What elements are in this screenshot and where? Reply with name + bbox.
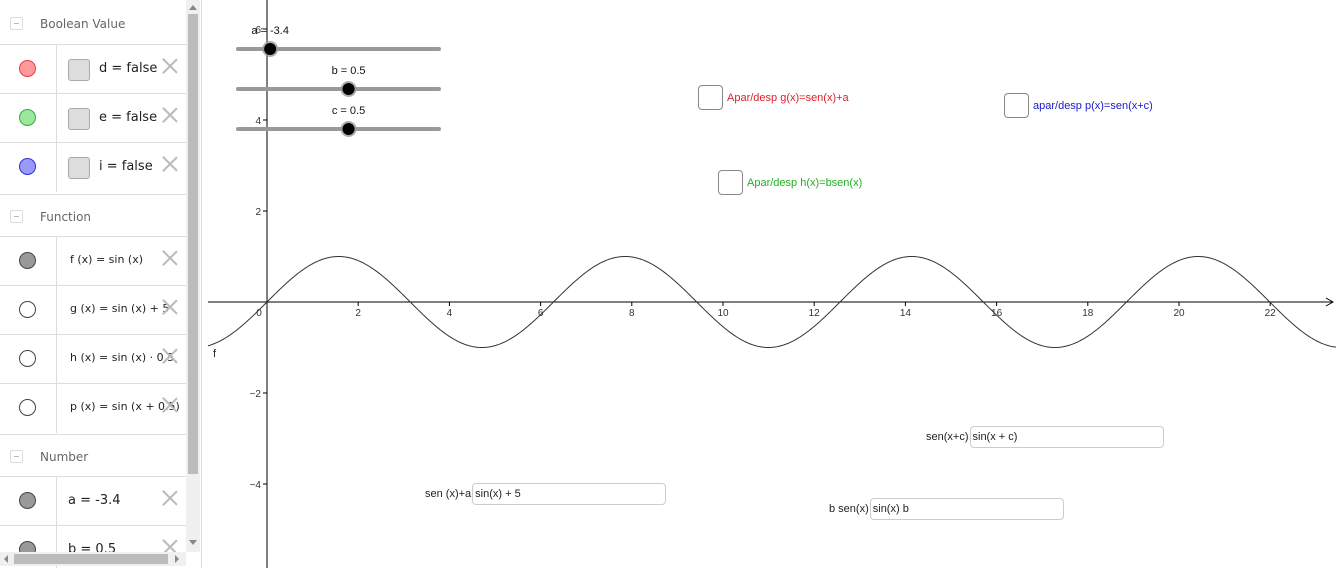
x-tick-label: 18: [1082, 308, 1094, 319]
visibility-marble-icon[interactable]: [19, 399, 36, 416]
x-tick-label: 8: [629, 308, 635, 319]
collapse-icon[interactable]: [10, 210, 23, 223]
x-tick-label: 10: [717, 308, 729, 319]
x-tick-label: 20: [1173, 308, 1185, 319]
visibility-marble-icon[interactable]: [19, 350, 36, 367]
boolean-checkbox[interactable]: [68, 59, 90, 81]
visibility-marble-icon[interactable]: [19, 492, 36, 509]
checkbox-label: Apar/desp g(x)=sen(x)+a: [727, 91, 849, 104]
scroll-up-arrow-icon[interactable]: [189, 5, 197, 10]
input-label: sen(x+c): [926, 431, 969, 443]
algebra-row-h[interactable]: h (x) = sin (x) · 0.5: [0, 334, 186, 384]
x-tick-label: 22: [1265, 308, 1277, 319]
group-title: Boolean Value: [40, 17, 126, 31]
delete-icon[interactable]: [162, 156, 178, 172]
checkbox[interactable]: [718, 170, 743, 195]
y-tick-label: 2: [255, 207, 261, 218]
slider-label: c = 0.5: [332, 105, 365, 117]
formula-input[interactable]: [869, 498, 1064, 520]
checkbox-toggle-p[interactable]: apar/desp p(x)=sen(x+c): [1004, 93, 1153, 118]
algebra-row-p[interactable]: p (x) = sin (x + 0.5): [0, 383, 186, 433]
visibility-marble-icon[interactable]: [19, 301, 36, 318]
slider-handle[interactable]: [342, 83, 355, 95]
slider-label: a = -3.4: [251, 25, 289, 37]
y-tick-label: 4: [255, 116, 261, 127]
scroll-down-arrow-icon[interactable]: [189, 540, 197, 545]
visibility-marble-icon[interactable]: [19, 109, 36, 126]
algebra-item-text: a = -3.4: [68, 493, 121, 508]
function-label-f: f: [213, 348, 217, 360]
group-title: Function: [40, 210, 92, 224]
input-label: b sen(x): [829, 503, 869, 515]
algebra-item-text: d = false: [99, 61, 158, 76]
input-box-p[interactable]: sen(x+c): [926, 426, 1164, 448]
input-box-g[interactable]: sen (x)+a: [425, 483, 667, 505]
algebra-row-d[interactable]: d = false: [0, 44, 186, 94]
algebra-row-i[interactable]: i = false: [0, 142, 186, 192]
collapse-icon[interactable]: [10, 17, 23, 30]
algebra-row-g[interactable]: g (x) = sin (x) + 5: [0, 285, 186, 335]
delete-icon[interactable]: [162, 348, 178, 364]
checkbox-label: Apar/desp h(x)=bsen(x): [747, 176, 863, 189]
formula-input[interactable]: [969, 426, 1164, 448]
algebra-row-e[interactable]: e = false: [0, 93, 186, 143]
scrollbar-thumb[interactable]: [14, 554, 168, 564]
x-tick-label: 16: [991, 308, 1003, 319]
group-title: Number: [40, 450, 89, 464]
x-tick-label: 12: [809, 308, 821, 319]
visibility-marble-icon[interactable]: [19, 158, 36, 175]
scroll-left-arrow-icon[interactable]: [4, 555, 8, 563]
input-box-h[interactable]: b sen(x): [829, 498, 1064, 520]
group-header-number[interactable]: Number: [0, 434, 186, 479]
algebra-row-f[interactable]: f (x) = sin (x): [0, 236, 186, 286]
algebra-item-text: e = false: [99, 110, 158, 125]
checkbox-toggle-h[interactable]: Apar/desp h(x)=bsen(x): [718, 170, 862, 195]
collapse-icon[interactable]: [10, 450, 23, 463]
delete-icon[interactable]: [162, 397, 178, 413]
checkbox[interactable]: [1004, 93, 1029, 118]
algebra-item-text: i = false: [99, 159, 153, 174]
slider-handle[interactable]: [264, 43, 277, 55]
visibility-marble-icon[interactable]: [19, 252, 36, 269]
checkbox[interactable]: [698, 85, 723, 110]
algebra-view: Boolean Value d = false e = false i = fa…: [0, 0, 202, 568]
scroll-right-arrow-icon[interactable]: [175, 555, 179, 563]
algebra-item-text: f (x) = sin (x): [70, 253, 144, 266]
horizontal-scrollbar[interactable]: [0, 552, 186, 566]
delete-icon[interactable]: [162, 250, 178, 266]
x-tick-label: 4: [447, 308, 453, 319]
delete-icon[interactable]: [162, 107, 178, 123]
boolean-checkbox[interactable]: [68, 157, 90, 179]
y-tick-label: −4: [250, 480, 262, 491]
delete-icon[interactable]: [162, 490, 178, 506]
checkbox-label: apar/desp p(x)=sen(x+c): [1033, 99, 1153, 112]
x-tick-label: 6: [538, 308, 544, 319]
visibility-marble-icon[interactable]: [19, 60, 36, 77]
algebra-row-a[interactable]: a = -3.4: [0, 476, 186, 526]
delete-icon[interactable]: [162, 299, 178, 315]
algebra-item-text: h (x) = sin (x) · 0.5: [70, 351, 175, 364]
group-header-boolean[interactable]: Boolean Value: [0, 2, 186, 46]
algebra-item-text: g (x) = sin (x) + 5: [70, 302, 170, 315]
boolean-checkbox[interactable]: [68, 108, 90, 130]
delete-icon[interactable]: [162, 58, 178, 74]
x-tick-label: 2: [355, 308, 361, 319]
x-tick-label: 14: [900, 308, 912, 319]
checkbox-toggle-g[interactable]: Apar/desp g(x)=sen(x)+a: [698, 85, 849, 110]
scrollbar-thumb[interactable]: [188, 14, 198, 474]
slider-handle[interactable]: [342, 123, 355, 135]
slider-label: b = 0.5: [332, 65, 366, 77]
vertical-scrollbar[interactable]: [186, 0, 200, 552]
input-label: sen (x)+a: [425, 488, 472, 500]
y-tick-label: −2: [250, 389, 262, 400]
graphics-view[interactable]: 0 2 4 6 8 10 12 14 16 18 20 22 6 4 2 −2 −4 f a = -3.4 b =…: [202, 0, 1336, 568]
group-header-function[interactable]: Function: [0, 194, 186, 239]
formula-input[interactable]: [472, 483, 667, 505]
